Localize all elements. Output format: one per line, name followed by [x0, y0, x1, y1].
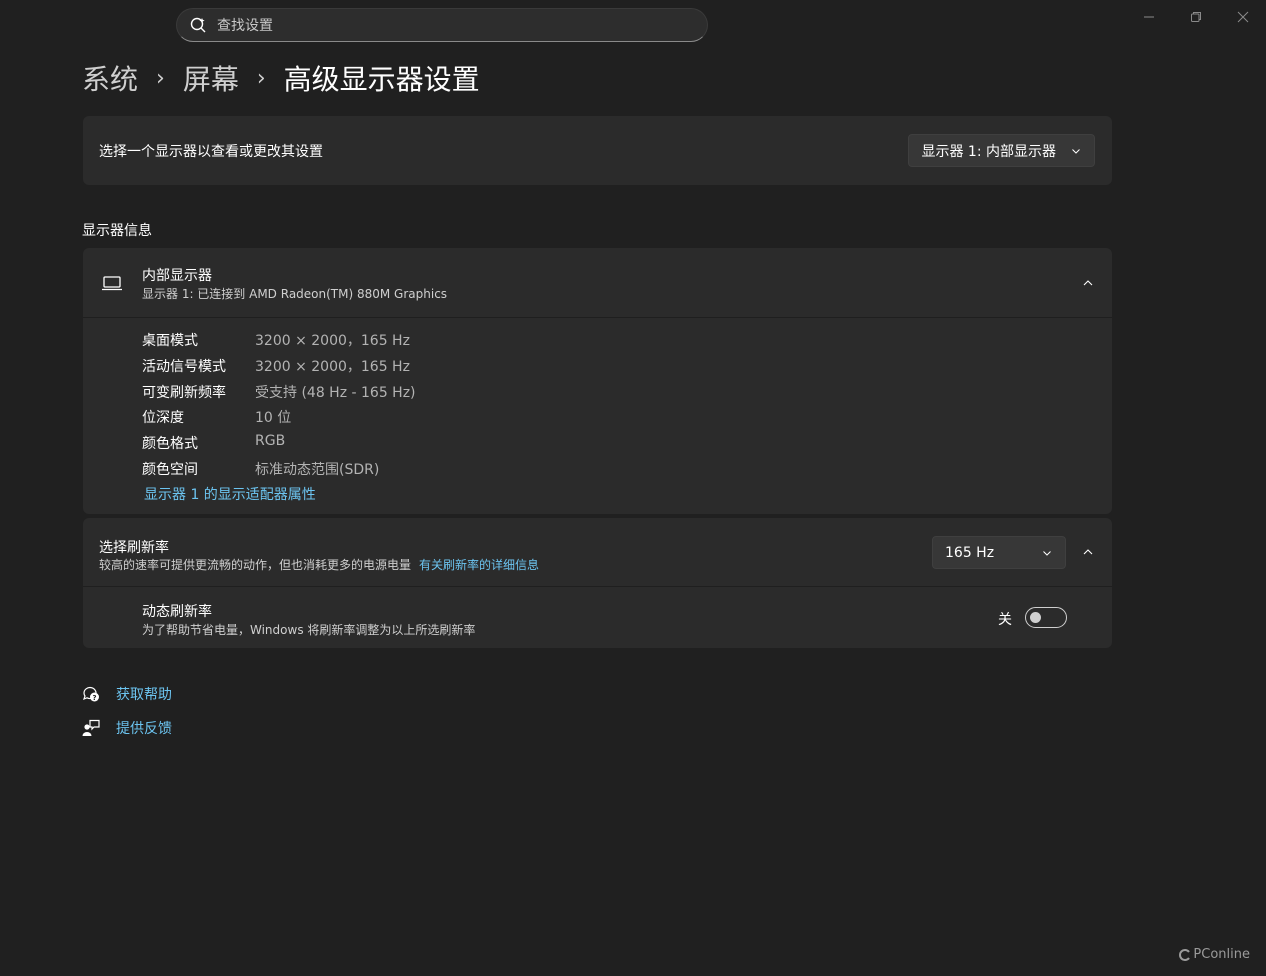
chevron-up-icon[interactable] — [1082, 546, 1094, 558]
display-info-header[interactable]: 内部显示器 显示器 1: 已连接到 AMD Radeon(TM) 880M Gr… — [83, 248, 1112, 318]
svg-text:?: ? — [92, 694, 96, 702]
close-button[interactable] — [1219, 6, 1266, 28]
info-value: 3200 × 2000，165 Hz — [255, 359, 410, 375]
refresh-rate-dropdown[interactable]: 165 Hz — [932, 536, 1066, 569]
watermark: PConline — [1179, 947, 1250, 962]
info-key: 颜色空间 — [142, 462, 198, 478]
refresh-rate-header: 选择刷新率 较高的速率可提供更流畅的动作，但也消耗更多的电源电量 有关刷新率的详细… — [83, 518, 1112, 587]
get-help-label: 获取帮助 — [116, 687, 172, 703]
display-info-heading: 显示器信息 — [82, 223, 152, 239]
info-value: 3200 × 2000，165 Hz — [255, 333, 410, 349]
toggle-knob — [1030, 612, 1041, 623]
page-title: 高级显示器设置 — [283, 63, 480, 96]
dynamic-refresh-state: 关 — [998, 612, 1012, 628]
chevron-down-icon — [1043, 550, 1051, 556]
minimize-button[interactable] — [1125, 6, 1172, 28]
settings-page: 查找设置 系统 › 屏幕 › 高级显示器设置 选择一个显示器以查看或更改其设置 — [0, 0, 1266, 976]
help-chat-icon: ? — [83, 686, 99, 702]
watermark-text: PConline — [1193, 947, 1250, 962]
refresh-rate-value: 165 Hz — [945, 544, 995, 561]
info-key: 活动信号模式 — [142, 359, 226, 375]
chevron-down-icon — [1072, 148, 1080, 154]
get-help-link[interactable]: ? 获取帮助 — [82, 684, 172, 704]
breadcrumb-system[interactable]: 系统 — [82, 58, 138, 98]
info-key: 位深度 — [142, 410, 184, 426]
refresh-rate-card: 选择刷新率 较高的速率可提供更流畅的动作，但也消耗更多的电源电量 有关刷新率的详细… — [83, 518, 1112, 648]
close-icon — [1237, 11, 1248, 23]
refresh-rate-description-text: 较高的速率可提供更流畅的动作，但也消耗更多的电源电量 — [99, 558, 412, 572]
info-value: 10 位 — [255, 410, 292, 426]
display-dropdown-value: 显示器 1: 内部显示器 — [921, 143, 1056, 160]
feedback-icon — [82, 719, 100, 736]
restore-button[interactable] — [1172, 6, 1219, 28]
feedback-link[interactable]: 提供反馈 — [82, 718, 172, 738]
adapter-properties-link[interactable]: 显示器 1 的显示适配器属性 — [144, 484, 316, 504]
search-icon — [190, 17, 206, 33]
breadcrumb-separator-icon: › — [256, 65, 266, 91]
info-value: 受支持 (48 Hz - 165 Hz) — [255, 385, 416, 401]
display-name: 内部显示器 — [142, 268, 212, 284]
dynamic-refresh-title: 动态刷新率 — [142, 604, 212, 620]
breadcrumb: 系统 › 屏幕 › 高级显示器设置 — [82, 58, 480, 98]
dynamic-refresh-row: 动态刷新率 为了帮助节省电量，Windows 将刷新率调整为以上所选刷新率 关 — [83, 587, 1112, 647]
dynamic-refresh-description: 为了帮助节省电量，Windows 将刷新率调整为以上所选刷新率 — [142, 623, 476, 637]
window-controls — [1125, 6, 1266, 28]
display-info-card: 内部显示器 显示器 1: 已连接到 AMD Radeon(TM) 880M Gr… — [83, 248, 1112, 514]
search-box[interactable]: 查找设置 — [176, 8, 708, 42]
chevron-up-icon[interactable] — [1082, 277, 1094, 289]
breadcrumb-display[interactable]: 屏幕 — [183, 58, 239, 98]
display-selector-label: 选择一个显示器以查看或更改其设置 — [99, 143, 323, 160]
refresh-rate-description: 较高的速率可提供更流畅的动作，但也消耗更多的电源电量 有关刷新率的详细信息 — [99, 556, 539, 573]
display-dropdown[interactable]: 显示器 1: 内部显示器 — [908, 134, 1095, 167]
display-connection: 显示器 1: 已连接到 AMD Radeon(TM) 880M Graphics — [142, 287, 448, 301]
info-key: 颜色格式 — [142, 436, 198, 452]
minimize-icon — [1143, 16, 1154, 18]
refresh-rate-title: 选择刷新率 — [99, 540, 169, 556]
display-selector-card: 选择一个显示器以查看或更改其设置 显示器 1: 内部显示器 — [83, 116, 1112, 185]
laptop-icon — [102, 276, 122, 291]
search-placeholder: 查找设置 — [217, 18, 273, 34]
info-value: RGB — [255, 433, 286, 449]
info-key: 桌面模式 — [142, 333, 198, 349]
breadcrumb-separator-icon: › — [156, 65, 165, 91]
feedback-label: 提供反馈 — [116, 721, 172, 737]
info-key: 可变刷新频率 — [142, 385, 226, 401]
pconline-logo-icon — [1179, 948, 1191, 961]
dynamic-refresh-toggle[interactable] — [1025, 607, 1067, 628]
info-value: 标准动态范围(SDR) — [255, 462, 380, 478]
refresh-rate-details-link[interactable]: 有关刷新率的详细信息 — [419, 558, 539, 572]
restore-icon — [1190, 12, 1201, 22]
